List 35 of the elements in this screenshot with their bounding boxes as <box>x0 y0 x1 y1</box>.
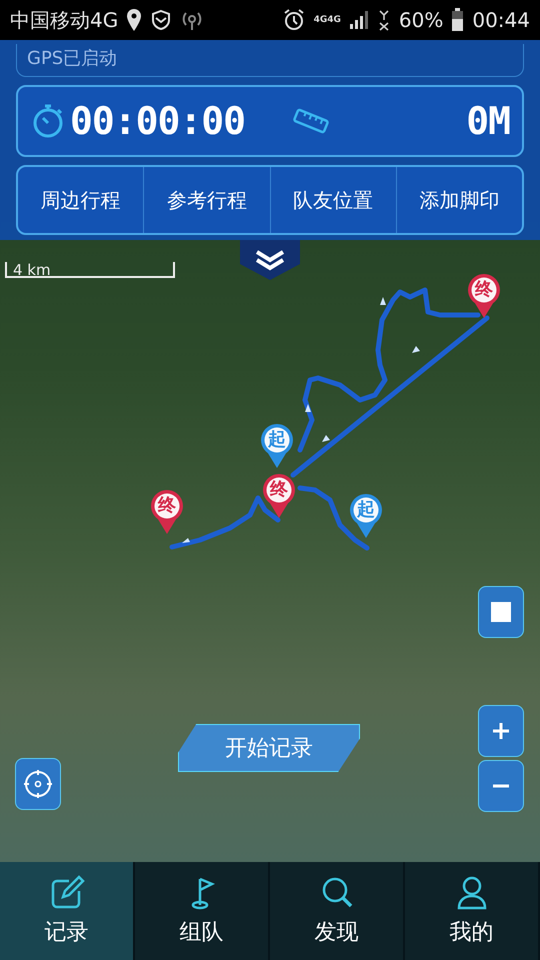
crosshair-icon <box>23 769 53 799</box>
alarm-icon <box>282 8 306 32</box>
battery-percent: 60% <box>398 8 444 32</box>
battery-icon <box>451 8 464 32</box>
start-record-button[interactable]: 开始记录 <box>178 724 360 772</box>
elapsed-time: 00:00:00 <box>70 99 246 143</box>
map-scale: 4 km <box>5 262 175 278</box>
action-button[interactable]: 参考行程 <box>144 167 270 233</box>
gps-status: GPS已启动 <box>16 44 524 77</box>
nav-tab[interactable]: 记录 <box>0 862 135 960</box>
signal-icon <box>348 10 369 30</box>
end-marker[interactable]: 终 <box>261 472 297 520</box>
action-button[interactable]: 周边行程 <box>18 167 144 233</box>
network-type: 4G4G <box>314 15 341 25</box>
end-marker[interactable]: 终 <box>149 488 185 536</box>
ruler-icon <box>291 106 332 136</box>
square-icon <box>491 602 511 622</box>
location-icon <box>126 8 142 32</box>
no-sim-icon <box>376 9 391 31</box>
plus-icon <box>492 722 510 740</box>
zoom-in-button[interactable] <box>478 705 524 757</box>
minus-icon <box>492 784 510 788</box>
locate-button[interactable] <box>15 758 61 810</box>
layer-button[interactable] <box>478 586 524 638</box>
action-button[interactable]: 队友位置 <box>270 167 397 233</box>
zoom-out-button[interactable] <box>478 760 524 812</box>
end-marker[interactable]: 终 <box>466 272 502 320</box>
stopwatch-icon <box>32 104 64 138</box>
clock-time: 00:44 <box>472 8 530 32</box>
distance-value: 0M <box>466 99 510 143</box>
shield-icon <box>150 9 172 31</box>
collapse-tab[interactable] <box>240 240 300 280</box>
action-button[interactable]: 添加脚印 <box>396 167 522 233</box>
carrier-name: 中国移动4G <box>10 6 118 34</box>
chevron-down-icon <box>255 249 285 271</box>
